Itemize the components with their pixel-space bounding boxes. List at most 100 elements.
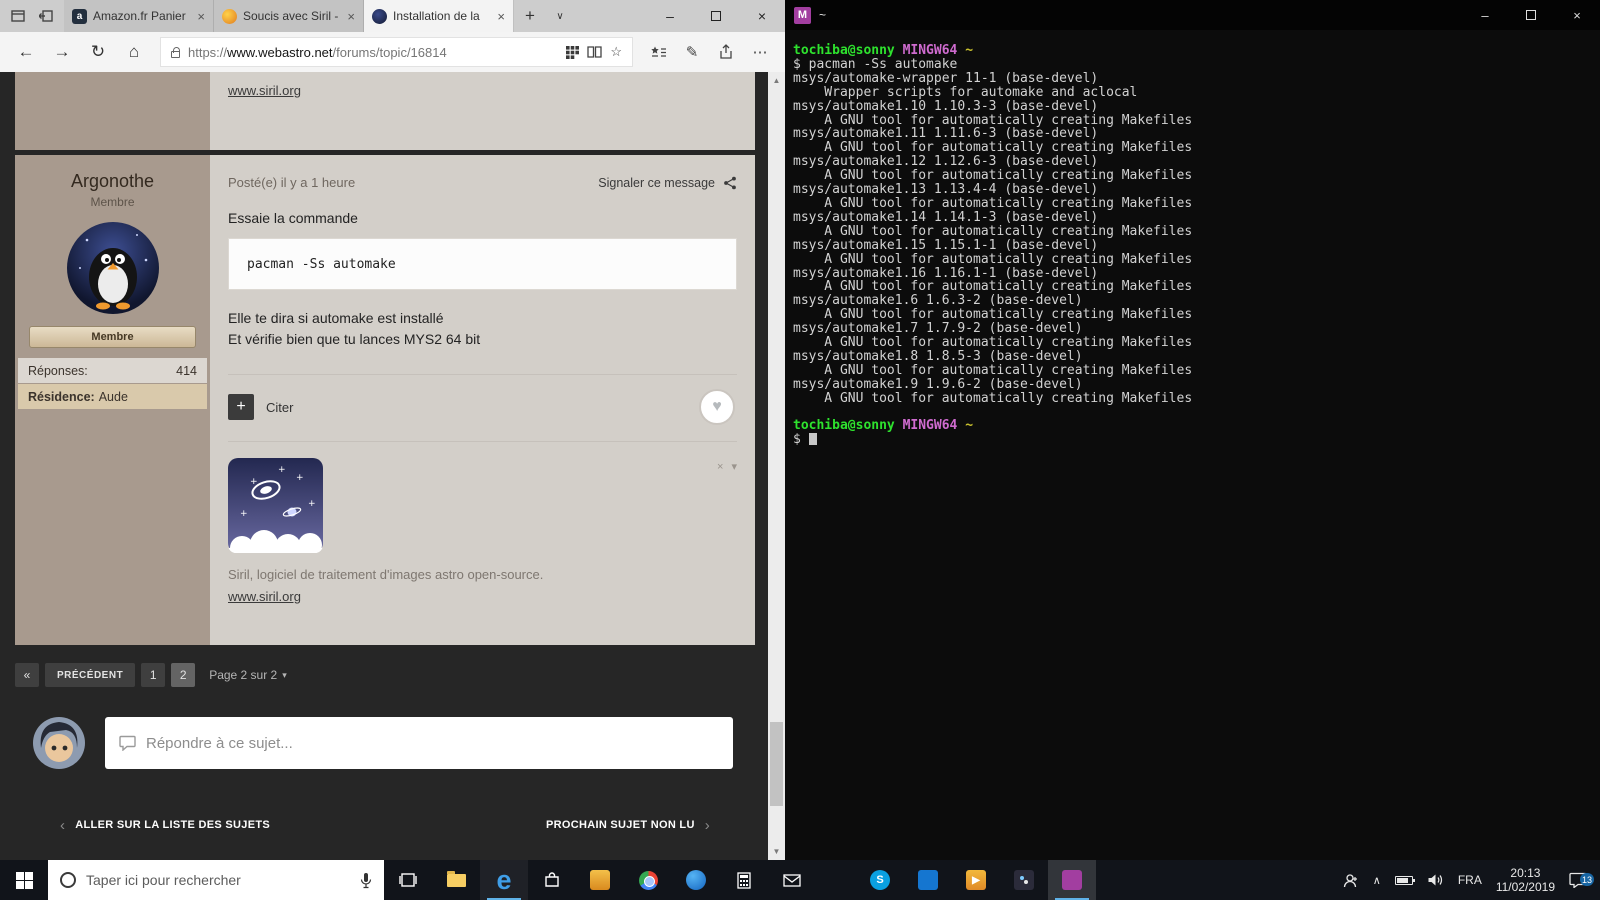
taskbar-calculator[interactable] [720,860,768,900]
taskbar-skype[interactable]: S [856,860,904,900]
taskbar-task-view[interactable] [384,860,432,900]
taskbar-app-blue-window[interactable] [904,860,952,900]
tab-installation-active[interactable]: Installation de la × [364,0,514,32]
chevron-left-icon: ‹ [60,816,66,834]
tab-preview-icon[interactable] [5,4,31,28]
taskbar-app-amber[interactable] [576,860,624,900]
back-button[interactable]: ← [8,36,44,68]
tab-close-icon[interactable]: × [497,9,505,24]
reply-placeholder: Répondre à ce sujet... [146,734,293,752]
like-button[interactable]: ♥ [699,389,735,425]
taskbar-chrome[interactable] [624,860,672,900]
taskbar-store[interactable] [528,860,576,900]
tray-clock[interactable]: 20:13 11/02/2019 [1489,866,1562,894]
tray-people-icon[interactable] [1336,873,1366,888]
amber-app-icon [590,870,610,890]
taskbar-app-blue-circle[interactable] [672,860,720,900]
page-select-caret-icon: ▾ [282,669,287,680]
tray-time: 20:13 [1510,866,1541,880]
browser-scrollbar[interactable]: ▲ ▼ [768,72,785,860]
microphone-icon[interactable] [360,872,372,889]
refresh-button[interactable]: ↻ [80,36,116,68]
url-text: https://www.webastro.net/forums/topic/16… [188,44,447,60]
terminal-maximize-button[interactable] [1508,0,1554,30]
taskbar-video-app[interactable]: ▶ [952,860,1000,900]
set-aside-tabs-icon[interactable] [33,4,59,28]
more-options-icon[interactable]: ⋯ [743,36,777,68]
annotate-pen-icon[interactable]: ✎ [675,36,709,68]
report-post-link[interactable]: Signaler ce message [598,176,737,190]
scroll-up-arrow[interactable]: ▲ [768,72,785,89]
tray-date: 11/02/2019 [1495,880,1555,894]
tray-battery-icon[interactable] [1388,875,1420,885]
next-unread-topic-link[interactable]: PROCHAIN SUJET NON LU › [546,817,710,834]
post-content: Posté(e) il y a 1 heure Signaler ce mess… [210,155,755,645]
browser-maximize-button[interactable] [693,0,739,32]
start-button[interactable] [0,860,48,900]
reading-view-icon[interactable] [587,46,602,58]
post-timestamp: Posté(e) il y a 1 heure [228,175,356,190]
card-caption: Siril, logiciel de traitement d'images a… [228,567,544,582]
first-page-button[interactable]: « [15,663,39,687]
tray-show-hidden-icons[interactable]: ∧ [1366,874,1388,887]
desktop: a Amazon.fr Panier × Soucis avec Siril -… [0,0,1600,900]
chevron-right-icon: › [704,816,710,834]
terminal-minimize-button[interactable]: – [1462,0,1508,30]
favorites-hub-icon[interactable] [641,36,675,68]
page-2-button[interactable]: 2 [171,663,196,687]
tray-volume-icon[interactable] [1420,873,1451,887]
terminal-title-bar[interactable]: M ~ – × [785,0,1600,30]
maximize-icon [1526,10,1536,20]
taskbar-msys2[interactable] [1048,860,1096,900]
terminal-output[interactable]: tochiba@sonny MINGW64 ~ $ pacman -Ss auto… [793,44,1596,447]
quote-button[interactable]: Citer [266,400,293,415]
search-placeholder-text: Taper ici pour rechercher [86,872,241,888]
forward-button[interactable]: → [44,36,80,68]
tab-list-chevron-icon[interactable]: ∨ [546,0,574,32]
card-close-icon[interactable]: × [717,461,723,473]
previous-post-siril-link[interactable]: www.siril.org [228,83,301,98]
forum-page: www.siril.org Argonothe Membre Membre Ré… [0,72,785,860]
previous-page-button[interactable]: PRÉCÉDENT [45,663,136,687]
siril-logo-image[interactable]: ++ +++ [228,458,323,553]
tab-soucis-siril[interactable]: Soucis avec Siril - As × [214,0,364,32]
notification-count-badge: 13 [1579,873,1594,886]
folder-icon [446,870,466,887]
terminal-close-button[interactable]: × [1554,0,1600,30]
home-button[interactable]: ⌂ [116,36,152,68]
go-to-topic-list-link[interactable]: ‹ ALLER SUR LA LISTE DES SUJETS [60,817,270,834]
scroll-down-arrow[interactable]: ▼ [768,843,785,860]
new-tab-button[interactable]: + [514,0,546,32]
tab-amazon[interactable]: a Amazon.fr Panier × [64,0,214,32]
address-bar[interactable]: https://www.webastro.net/forums/topic/16… [160,37,633,67]
share-icon[interactable] [709,36,743,68]
taskbar-app-dark[interactable] [1000,860,1048,900]
card-options-chevron-icon[interactable]: ▾ [731,460,737,473]
msys2-icon: M [794,6,811,24]
action-center-button[interactable]: 13 [1562,872,1594,888]
taskbar-file-explorer[interactable] [432,860,480,900]
browser-close-button[interactable]: × [739,0,785,32]
tab-close-icon[interactable]: × [197,9,205,24]
author-avatar[interactable] [66,222,159,314]
svg-text:+: + [240,509,248,519]
taskbar-search-box[interactable]: Taper ici pour rechercher [48,860,384,900]
taskbar-mail[interactable] [768,860,816,900]
tab-close-icon[interactable]: × [347,9,355,24]
multiquote-button[interactable]: + [228,394,254,420]
page-indicator[interactable]: Page 2 sur 2 ▾ [209,668,287,682]
card-siril-link[interactable]: www.siril.org [228,589,301,604]
tray-language-indicator[interactable]: FRA [1451,873,1489,887]
taskbar-edge[interactable]: e [480,860,528,900]
video-play-icon: ▶ [966,870,986,890]
author-name[interactable]: Argonothe [15,171,210,192]
reply-input[interactable]: Répondre à ce sujet... [105,717,733,769]
extension-grid-icon[interactable] [566,45,580,59]
scrollbar-thumb[interactable] [770,722,783,806]
author-role: Membre [90,195,135,209]
page-1-button[interactable]: 1 [141,663,166,687]
browser-minimize-button[interactable]: – [647,0,693,32]
lock-icon [171,46,180,58]
add-favorite-star-icon[interactable]: ☆ [610,44,622,60]
share-post-icon[interactable] [723,176,737,190]
